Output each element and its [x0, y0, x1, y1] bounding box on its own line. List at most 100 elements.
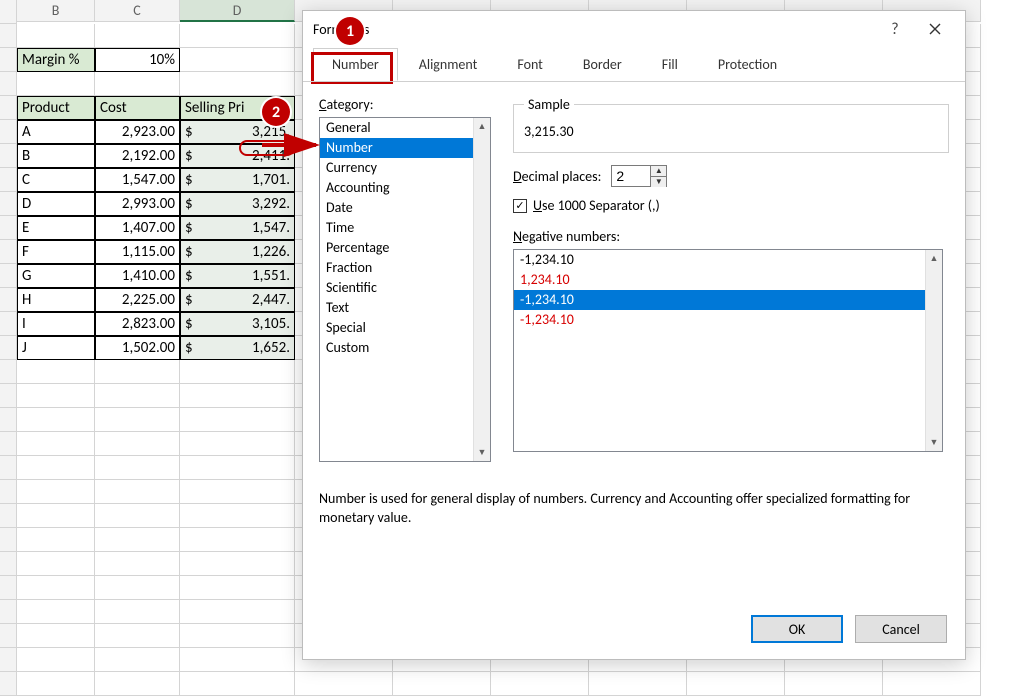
row-gutter[interactable] — [0, 432, 17, 456]
empty-cell[interactable] — [95, 504, 180, 528]
row-gutter[interactable] — [0, 72, 17, 96]
product-cell[interactable]: A — [17, 120, 95, 144]
help-button[interactable]: ? — [875, 14, 915, 44]
cost-cell[interactable]: 2,225.00 — [95, 288, 180, 312]
row-gutter[interactable] — [0, 216, 17, 240]
category-listbox[interactable]: GeneralNumberCurrencyAccountingDateTimeP… — [319, 117, 491, 462]
cancel-button[interactable]: Cancel — [855, 615, 947, 643]
empty-cell[interactable] — [95, 360, 180, 384]
empty-cell[interactable] — [17, 648, 95, 672]
empty-cell[interactable] — [180, 504, 295, 528]
empty-cell[interactable] — [17, 432, 95, 456]
empty-cell[interactable] — [95, 456, 180, 480]
cost-cell[interactable]: 1,502.00 — [95, 336, 180, 360]
row-gutter[interactable] — [0, 288, 17, 312]
row-gutter[interactable] — [0, 336, 17, 360]
empty-cell[interactable] — [95, 24, 180, 48]
margin-value-cell[interactable]: 10% — [95, 48, 180, 72]
selling-cell[interactable]: $1,551. — [180, 264, 295, 288]
product-cell[interactable]: C — [17, 168, 95, 192]
row-gutter[interactable] — [0, 648, 17, 672]
empty-cell[interactable] — [17, 624, 95, 648]
product-cell[interactable]: H — [17, 288, 95, 312]
empty-cell[interactable] — [180, 624, 295, 648]
scroll-down-icon[interactable]: ▼ — [474, 444, 490, 461]
empty-cell[interactable] — [180, 672, 295, 696]
negative-format-item[interactable]: 1,234.10 — [514, 270, 942, 290]
empty-cell[interactable] — [17, 528, 95, 552]
ok-button[interactable]: OK — [751, 615, 843, 643]
empty-cell[interactable] — [95, 384, 180, 408]
cost-cell[interactable]: 2,923.00 — [95, 120, 180, 144]
empty-cell[interactable] — [17, 576, 95, 600]
tab-number[interactable]: Number — [313, 48, 398, 81]
category-item[interactable]: Text — [320, 298, 490, 318]
empty-cell[interactable] — [180, 408, 295, 432]
empty-cell[interactable] — [180, 72, 295, 96]
empty-cell[interactable] — [180, 432, 295, 456]
row-gutter[interactable] — [0, 312, 17, 336]
scroll-up-icon[interactable]: ▲ — [474, 118, 490, 135]
row-gutter[interactable] — [0, 96, 17, 120]
decimal-places-input[interactable] — [612, 166, 650, 186]
row-gutter[interactable] — [0, 264, 17, 288]
negative-scrollbar[interactable]: ▲ ▼ — [925, 250, 942, 451]
cost-cell[interactable]: 2,192.00 — [95, 144, 180, 168]
row-gutter[interactable] — [0, 504, 17, 528]
empty-cell[interactable] — [180, 456, 295, 480]
scroll-down-icon[interactable]: ▼ — [926, 434, 942, 451]
cost-cell[interactable]: 2,823.00 — [95, 312, 180, 336]
empty-cell[interactable] — [95, 576, 180, 600]
empty-cell[interactable] — [180, 600, 295, 624]
empty-cell[interactable] — [17, 456, 95, 480]
tab-fill[interactable]: Fill — [643, 48, 697, 81]
selling-cell[interactable]: $3,292. — [180, 192, 295, 216]
row-gutter[interactable] — [0, 144, 17, 168]
row-gutter[interactable] — [0, 600, 17, 624]
empty-cell[interactable] — [180, 24, 295, 48]
empty-cell[interactable] — [180, 576, 295, 600]
row-gutter[interactable] — [0, 360, 17, 384]
empty-cell[interactable] — [95, 480, 180, 504]
empty-cell[interactable] — [180, 48, 295, 72]
decimal-places-spinner[interactable]: ▲ ▼ — [611, 165, 667, 187]
row-gutter[interactable] — [0, 672, 17, 696]
tab-protection[interactable]: Protection — [699, 48, 796, 81]
product-cell[interactable]: F — [17, 240, 95, 264]
empty-cell[interactable] — [17, 408, 95, 432]
empty-cell[interactable] — [589, 672, 687, 696]
empty-cell[interactable] — [180, 360, 295, 384]
header-product[interactable]: Product — [17, 96, 95, 120]
selling-cell[interactable]: $1,701. — [180, 168, 295, 192]
column-header[interactable]: B — [17, 0, 95, 22]
product-cell[interactable]: B — [17, 144, 95, 168]
column-header[interactable]: C — [95, 0, 180, 22]
category-scrollbar[interactable]: ▲ ▼ — [473, 118, 490, 461]
empty-cell[interactable] — [180, 648, 295, 672]
category-item[interactable]: Time — [320, 218, 490, 238]
empty-cell[interactable] — [95, 672, 180, 696]
margin-label-cell[interactable]: Margin % — [17, 48, 95, 72]
empty-cell[interactable] — [17, 552, 95, 576]
product-cell[interactable]: G — [17, 264, 95, 288]
empty-cell[interactable] — [95, 552, 180, 576]
empty-cell[interactable] — [17, 480, 95, 504]
row-gutter[interactable] — [0, 48, 17, 72]
empty-cell[interactable] — [180, 528, 295, 552]
empty-cell[interactable] — [95, 408, 180, 432]
empty-cell[interactable] — [17, 672, 95, 696]
empty-cell[interactable] — [180, 384, 295, 408]
category-item[interactable]: Special — [320, 318, 490, 338]
cost-cell[interactable]: 1,410.00 — [95, 264, 180, 288]
category-item[interactable]: Accounting — [320, 178, 490, 198]
cost-cell[interactable]: 2,993.00 — [95, 192, 180, 216]
row-gutter[interactable] — [0, 168, 17, 192]
category-item[interactable]: Scientific — [320, 278, 490, 298]
category-item[interactable]: Currency — [320, 158, 490, 178]
empty-cell[interactable] — [17, 360, 95, 384]
product-cell[interactable]: J — [17, 336, 95, 360]
row-gutter[interactable] — [0, 384, 17, 408]
empty-cell[interactable] — [17, 384, 95, 408]
empty-cell[interactable] — [785, 672, 883, 696]
spinner-up-icon[interactable]: ▲ — [651, 166, 666, 176]
